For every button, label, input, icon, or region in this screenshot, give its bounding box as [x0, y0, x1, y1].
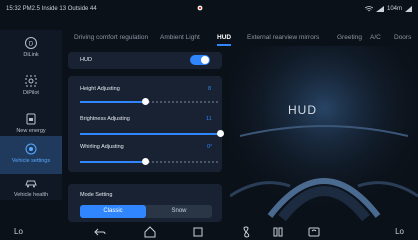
sidebar-item-label: DiLink [23, 52, 39, 58]
height-slider[interactable] [80, 98, 220, 105]
toggle-knob [201, 56, 209, 64]
slider-fill [80, 101, 146, 103]
adjust-panel: Height Adjusting 8 Brightness Adjusting … [68, 76, 224, 172]
svg-text:D: D [29, 42, 34, 48]
slider-fill [80, 133, 220, 135]
tab-driving-comfort[interactable]: Driving comfort regulation [74, 34, 148, 41]
whirling-value: 0° [207, 144, 213, 150]
sidebar-item-label: Vehicle settings [11, 158, 51, 164]
status-text: 15:32 PM2.5 Inside 13 Outside 44 [6, 6, 97, 12]
right-temp[interactable]: Lo [395, 227, 404, 236]
hud-toggle[interactable] [190, 55, 210, 65]
brightness-value: 11 [206, 116, 212, 122]
bottom-nav-bar: Lo Lo [0, 224, 418, 240]
tab-bar: Driving comfort regulation Ambient Light… [74, 34, 418, 46]
hud-label: HUD [80, 57, 92, 63]
wifi-icon [364, 6, 373, 12]
tab-ac[interactable]: A/C [370, 34, 381, 41]
sidebar-item-dilink[interactable]: D DiLink [0, 30, 62, 68]
tab-hud[interactable]: HUD [217, 34, 232, 46]
recent-apps-icon[interactable] [192, 226, 204, 238]
sidebar-item-vehicle-settings[interactable]: Vehicle settings [0, 136, 62, 174]
hud-toggle-panel: HUD [68, 52, 222, 69]
steering-wheel-icon [25, 75, 37, 87]
mode-label: Mode Setting [80, 192, 113, 198]
signal-strength-icon [405, 6, 412, 12]
slider-thumb[interactable] [142, 158, 150, 165]
battery-icon [26, 113, 36, 125]
brightness-slider[interactable] [80, 130, 224, 137]
sidebar-item-label: New energy [16, 128, 46, 134]
hud-preview-text: HUD [288, 103, 317, 117]
seat-icon[interactable] [272, 226, 284, 238]
sidebar-item-dipilot[interactable]: DiPilot [0, 68, 62, 106]
car-settings-icon [25, 143, 37, 155]
height-label: Height Adjusting [80, 86, 120, 92]
d-logo-icon: D [25, 37, 37, 49]
tab-ambient-light[interactable]: Ambient Light [160, 34, 200, 41]
hud-preview-illustration [230, 46, 418, 224]
mode-option-snow[interactable]: Snow [146, 205, 212, 218]
height-value: 8 [208, 86, 212, 92]
sidebar: D DiLink DiPilot New energy Vehicle sett… [0, 30, 62, 200]
defrost-icon[interactable] [308, 226, 320, 238]
whirling-label: Whirling Adjusting [80, 144, 124, 150]
notification-icon [197, 5, 203, 11]
whirling-slider[interactable] [80, 158, 220, 165]
slider-thumb[interactable] [142, 98, 150, 105]
tab-external-mirrors[interactable]: External rearview mirrors [247, 34, 319, 41]
altitude-text: 104m [386, 6, 402, 12]
sidebar-item-vehicle-health[interactable]: Vehicle health [0, 170, 62, 208]
car-health-icon [25, 180, 37, 188]
signal-icon [375, 6, 384, 12]
tab-doors[interactable]: Doors [394, 34, 411, 41]
home-icon[interactable] [144, 226, 156, 238]
fan-icon[interactable] [240, 226, 252, 238]
mode-segmented-control: Classic Snow [80, 205, 212, 218]
status-bar: 15:32 PM2.5 Inside 13 Outside 44 104m [0, 0, 418, 18]
left-temp[interactable]: Lo [14, 227, 23, 236]
status-right: 104m [364, 6, 412, 12]
sidebar-item-label: Vehicle health [13, 192, 49, 198]
brightness-label: Brightness Adjusting [80, 116, 130, 122]
slider-thumb[interactable] [216, 130, 224, 137]
mode-option-classic[interactable]: Classic [80, 205, 146, 218]
back-icon[interactable] [94, 226, 106, 238]
sidebar-item-label: DiPilot [23, 90, 39, 96]
tab-greeting[interactable]: Greeting [337, 34, 362, 41]
slider-fill [80, 161, 146, 163]
